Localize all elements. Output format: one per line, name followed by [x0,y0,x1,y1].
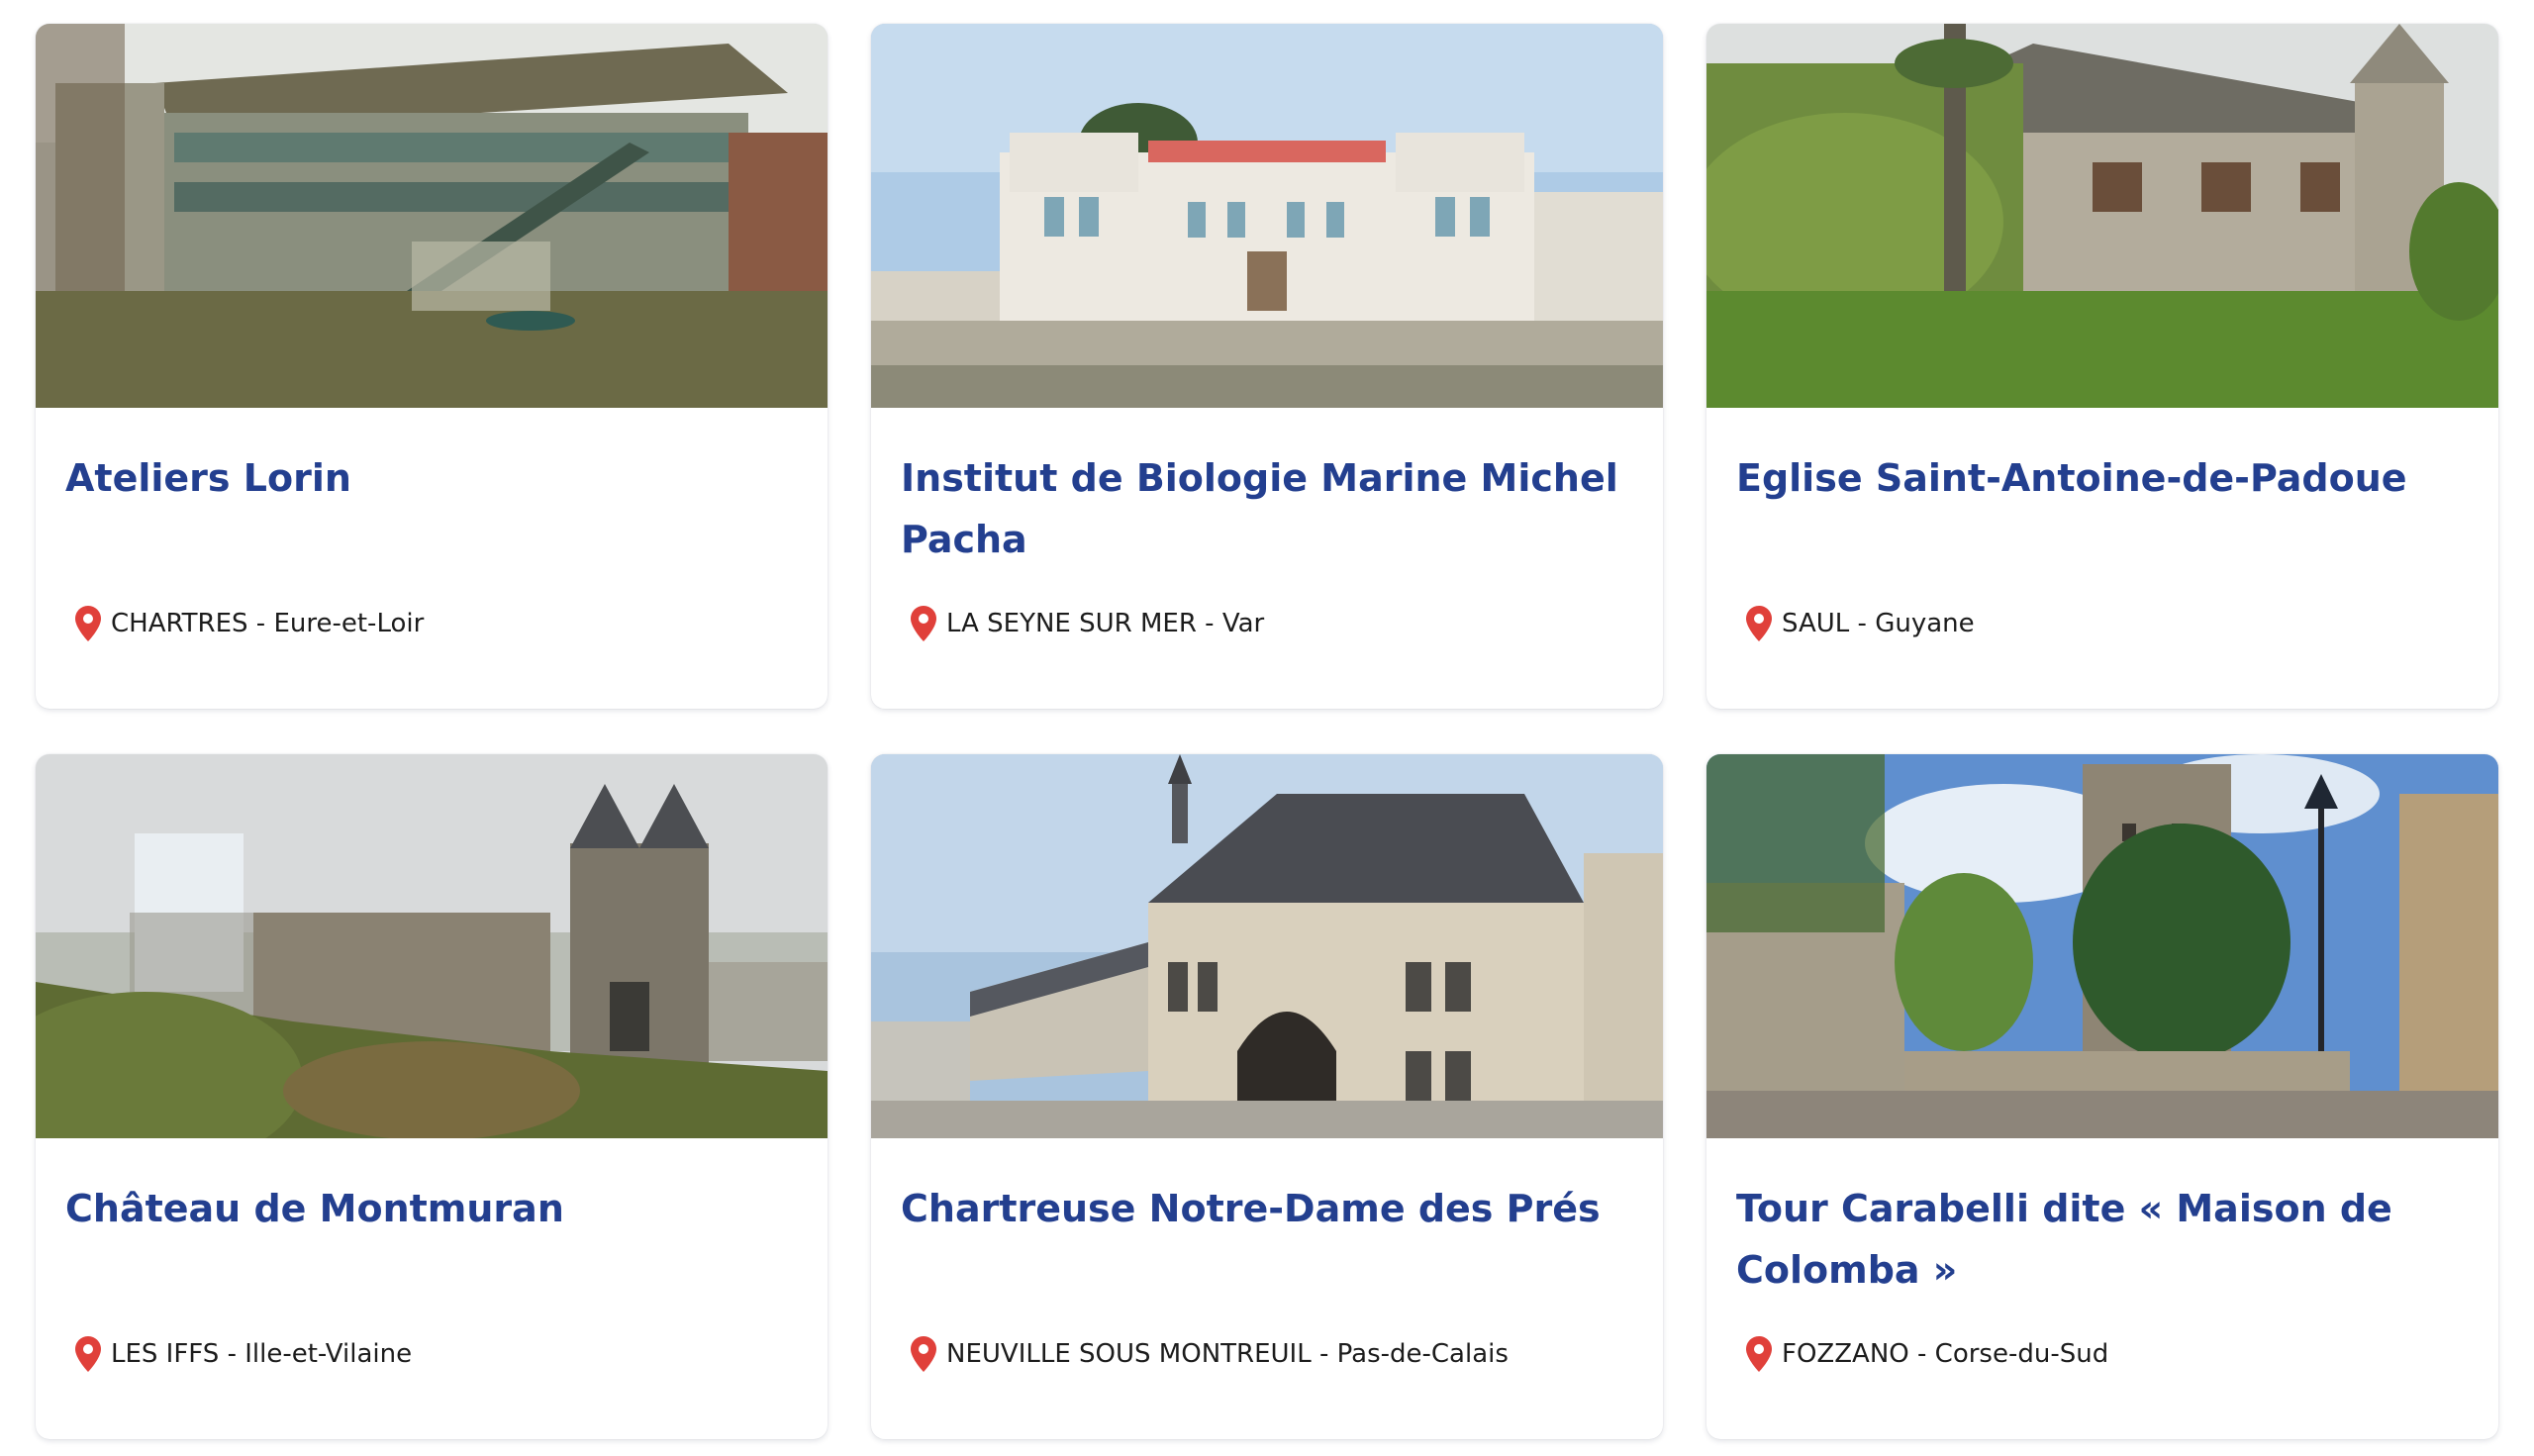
monument-photo [36,24,828,408]
monument-photo [36,754,828,1138]
monument-location: CHARTRES - Eure-et-Loir [75,606,424,641]
location-department: Ille-et-Vilaine [244,1339,413,1369]
location-department: Guyane [1875,609,1975,638]
location-department: Pas-de-Calais [1336,1339,1509,1369]
monument-photo [1706,754,2498,1138]
monument-title[interactable]: Tour Carabelli dite « Maison de Colomba … [1736,1178,2469,1301]
location-city: FOZZANO [1782,1339,1909,1369]
map-pin-icon [911,1336,936,1372]
monument-photo [871,24,1663,408]
location-city: LA SEYNE SUR MER [946,609,1197,638]
monument-photo [1706,24,2498,408]
location-separator: - [247,609,274,638]
monument-card[interactable]: Ateliers Lorin CHARTRES - Eure-et-Loir [36,24,828,709]
map-pin-icon [75,1336,101,1372]
monument-location: LES IFFS - Ille-et-Vilaine [75,1336,412,1372]
monument-location: FOZZANO - Corse-du-Sud [1746,1336,2108,1372]
location-city: NEUVILLE SOUS MONTREUIL [946,1339,1312,1369]
monument-location: NEUVILLE SOUS MONTREUIL - Pas-de-Calais [911,1336,1509,1372]
location-department: Var [1221,609,1265,638]
location-text: LA SEYNE SUR MER - Var [946,609,1264,638]
location-department: Eure-et-Loir [273,609,425,638]
location-department: Corse-du-Sud [1934,1339,2109,1369]
monument-title[interactable]: Château de Montmuran [65,1178,798,1239]
location-city: CHARTRES [111,609,248,638]
monument-card-grid: Ateliers Lorin CHARTRES - Eure-et-Loir I… [36,24,2498,1439]
monument-card[interactable]: Château de Montmuran LES IFFS - Ille-et-… [36,754,828,1439]
monument-card[interactable]: Chartreuse Notre-Dame des Prés NEUVILLE … [871,754,1663,1439]
location-text: CHARTRES - Eure-et-Loir [111,609,424,638]
monument-photo [871,754,1663,1138]
monument-title[interactable]: Ateliers Lorin [65,447,798,509]
monument-location: SAUL - Guyane [1746,606,1975,641]
monument-title[interactable]: Chartreuse Notre-Dame des Prés [901,1178,1633,1239]
location-separator: - [1311,1339,1337,1369]
location-city: LES IFFS [111,1339,220,1369]
monument-title[interactable]: Institut de Biologie Marine Michel Pacha [901,447,1633,570]
monument-card[interactable]: Eglise Saint-Antoine-de-Padoue SAUL - Gu… [1706,24,2498,709]
map-pin-icon [1746,606,1772,641]
location-text: SAUL - Guyane [1782,609,1975,638]
monument-card[interactable]: Tour Carabelli dite « Maison de Colomba … [1706,754,2498,1439]
map-pin-icon [911,606,936,641]
monument-card[interactable]: Institut de Biologie Marine Michel Pacha… [871,24,1663,709]
monument-title[interactable]: Eglise Saint-Antoine-de-Padoue [1736,447,2469,509]
location-text: LES IFFS - Ille-et-Vilaine [111,1339,412,1369]
map-pin-icon [1746,1336,1772,1372]
location-separator: - [1849,609,1876,638]
location-text: NEUVILLE SOUS MONTREUIL - Pas-de-Calais [946,1339,1509,1369]
location-separator: - [1196,609,1222,638]
location-city: SAUL [1782,609,1850,638]
location-separator: - [219,1339,245,1369]
map-pin-icon [75,606,101,641]
monument-location: LA SEYNE SUR MER - Var [911,606,1264,641]
location-text: FOZZANO - Corse-du-Sud [1782,1339,2108,1369]
location-separator: - [1908,1339,1935,1369]
